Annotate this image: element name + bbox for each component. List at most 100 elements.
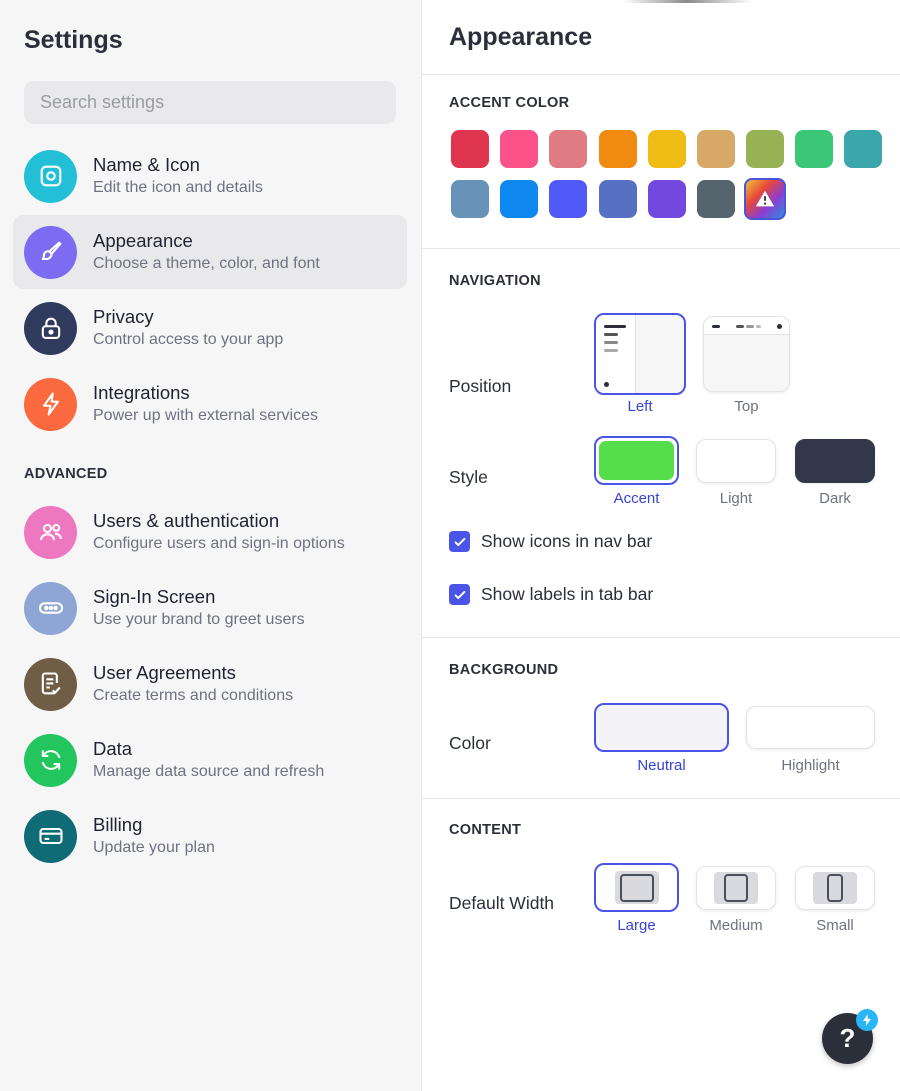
accent-swatch-red[interactable] [451, 130, 489, 168]
accent-swatch-tan[interactable] [697, 130, 735, 168]
section-label-advanced: ADVANCED [24, 466, 108, 482]
sidebar-item-label: Sign-In Screen [93, 586, 216, 607]
sidebar-item-sub: Power up with external services [93, 407, 318, 424]
sidebar-item-sub: Choose a theme, color, and font [93, 255, 320, 272]
background-neutral-preview [594, 703, 729, 752]
sidebar: Settings Name & Icon Edit the icon and d… [0, 0, 422, 1091]
users-icon [24, 505, 77, 559]
sidebar-item-data[interactable]: Data Manage data source and refresh [13, 723, 407, 797]
sidebar-item-sign-in-screen[interactable]: Sign-In Screen Use your brand to greet u… [13, 571, 407, 645]
show-labels-checkbox[interactable] [449, 584, 470, 605]
sidebar-item-user-agreements[interactable]: User Agreements Create terms and conditi… [13, 647, 407, 721]
lock-icon [24, 301, 77, 355]
show-icons-label: Show icons in nav bar [481, 531, 653, 551]
nav-position-top[interactable]: Top [703, 316, 790, 417]
refresh-icon [24, 733, 77, 787]
nav-position-top-preview [703, 316, 790, 392]
nav-style-dark-preview [795, 439, 875, 483]
background-color-label: Color [449, 733, 491, 753]
accent-swatch-olive[interactable] [746, 130, 784, 168]
sidebar-item-integrations[interactable]: Integrations Power up with external serv… [13, 367, 407, 441]
nav-style-dark-label: Dark [819, 490, 851, 507]
sidebar-item-billing[interactable]: Billing Update your plan [13, 799, 407, 873]
section-heading-background: BACKGROUND [449, 662, 559, 678]
sidebar-item-users[interactable]: Users & authentication Configure users a… [13, 495, 407, 569]
background-highlight[interactable]: Highlight [746, 706, 875, 775]
nav-style-accent[interactable]: Accent [594, 436, 679, 508]
background-neutral[interactable]: Neutral [594, 703, 729, 775]
nav-position-left-preview [594, 313, 686, 395]
sidebar-item-appearance[interactable]: Appearance Choose a theme, color, and fo… [13, 215, 407, 289]
accent-swatch-custom[interactable] [744, 178, 786, 220]
accent-swatch-orange[interactable] [599, 130, 637, 168]
width-medium-preview [696, 866, 776, 910]
accent-swatch-slate-blue[interactable] [599, 180, 637, 218]
nav-style-accent-label: Accent [613, 490, 660, 507]
width-large-label: Large [617, 917, 656, 934]
sidebar-item-label: Appearance [93, 230, 193, 251]
divider [422, 74, 900, 75]
nav-style-dark[interactable]: Dark [795, 439, 875, 508]
accent-swatch-steel-blue[interactable] [451, 180, 489, 218]
sidebar-item-label: Billing [93, 814, 143, 835]
sidebar-item-sub: Configure users and sign-in options [93, 535, 345, 552]
style-label: Style [449, 467, 488, 487]
accent-swatch-indigo[interactable] [549, 180, 587, 218]
drag-handle [622, 0, 752, 3]
divider [422, 798, 900, 799]
accent-swatch-pink[interactable] [500, 130, 538, 168]
sidebar-item-label: Name & Icon [93, 154, 200, 175]
sidebar-item-label: Privacy [93, 306, 154, 327]
show-icons-checkbox-row[interactable]: Show icons in nav bar [449, 531, 652, 552]
appearance-panel: Appearance ACCENT COLOR NAVIGATION Posit… [422, 0, 900, 1091]
sidebar-item-label: Users & authentication [93, 510, 280, 531]
section-heading-navigation: NAVIGATION [449, 273, 541, 289]
background-neutral-label: Neutral [637, 757, 686, 774]
accent-swatch-yellow[interactable] [648, 130, 686, 168]
nav-position-left[interactable]: Left [594, 313, 686, 417]
width-large-preview [594, 863, 679, 912]
sidebar-item-name-icon[interactable]: Name & Icon Edit the icon and details [13, 139, 407, 213]
sidebar-item-label: Integrations [93, 382, 190, 403]
accent-swatch-gray[interactable] [697, 180, 735, 218]
app-square-icon [24, 149, 77, 203]
width-small[interactable]: Small [795, 866, 875, 935]
warning-icon [755, 190, 775, 207]
password-icon [24, 581, 77, 635]
search-box[interactable] [24, 81, 396, 124]
accent-swatch-rose[interactable] [549, 130, 587, 168]
brush-icon [24, 225, 77, 279]
search-input[interactable] [40, 92, 396, 113]
nav-style-light-preview [696, 439, 776, 483]
nav-position-top-label: Top [734, 398, 759, 415]
lightning-icon [24, 377, 77, 431]
show-icons-checkbox[interactable] [449, 531, 470, 552]
accent-swatch-teal[interactable] [844, 130, 882, 168]
nav-style-light-label: Light [719, 490, 753, 507]
accent-swatch-purple[interactable] [648, 180, 686, 218]
width-large[interactable]: Large [594, 863, 679, 935]
position-label: Position [449, 376, 512, 396]
divider [422, 248, 900, 249]
sidebar-item-sub: Edit the icon and details [93, 179, 263, 196]
width-small-label: Small [816, 917, 854, 934]
lightning-icon [856, 1009, 878, 1031]
sidebar-title: Settings [24, 26, 123, 54]
width-medium[interactable]: Medium [696, 866, 776, 935]
sidebar-item-label: Data [93, 738, 133, 759]
accent-swatch-green[interactable] [795, 130, 833, 168]
sidebar-item-sub: Use your brand to greet users [93, 611, 305, 628]
section-heading-accent: ACCENT COLOR [449, 95, 570, 111]
show-labels-label: Show labels in tab bar [481, 584, 654, 604]
document-check-icon [24, 657, 77, 711]
checkmark-icon [454, 590, 465, 599]
sidebar-item-sub: Create terms and conditions [93, 687, 294, 704]
nav-style-light[interactable]: Light [696, 439, 776, 508]
show-labels-checkbox-row[interactable]: Show labels in tab bar [449, 584, 653, 605]
sidebar-item-sub: Control access to your app [93, 331, 284, 348]
divider [422, 637, 900, 638]
sidebar-item-privacy[interactable]: Privacy Control access to your app [13, 291, 407, 365]
section-heading-content: CONTENT [449, 822, 522, 838]
sidebar-item-sub: Manage data source and refresh [93, 763, 325, 780]
accent-swatch-blue[interactable] [500, 180, 538, 218]
